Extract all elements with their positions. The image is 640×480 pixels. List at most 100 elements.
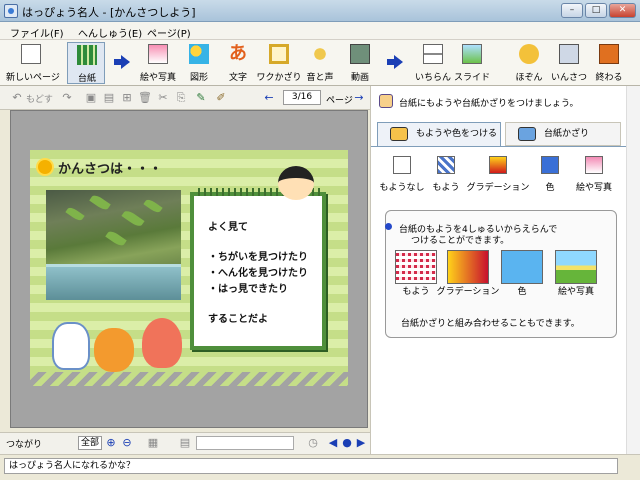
- send-back-icon[interactable]: ▤: [102, 91, 116, 105]
- next-page-icon[interactable]: →: [352, 91, 366, 105]
- note-icon[interactable]: ▤: [178, 436, 192, 450]
- option-label: 絵や写真: [575, 183, 612, 193]
- pattern-icon: [437, 156, 455, 174]
- play-prev-icon[interactable]: ◀: [326, 436, 340, 450]
- menu-file[interactable]: ファイル(F): [10, 25, 64, 40]
- option-gradient[interactable]: グラデーション: [467, 156, 529, 196]
- palette-icon: [390, 127, 408, 141]
- save-icon: [519, 44, 539, 64]
- color-icon: [541, 156, 559, 174]
- tab-label: もようや色をつける: [416, 129, 498, 139]
- sound-voice-button[interactable]: 音と声: [301, 42, 339, 84]
- pen-icon[interactable]: ✎: [194, 91, 208, 105]
- new-page-button[interactable]: 新しいページ: [6, 42, 60, 84]
- arrow-right-icon: [114, 54, 130, 70]
- bullet-icon: [385, 223, 392, 230]
- save-button[interactable]: ほぞん: [510, 42, 548, 84]
- backing-icon: [77, 45, 97, 65]
- grid-icon[interactable]: ▦: [146, 436, 160, 450]
- panel-scrollbar[interactable]: [626, 86, 640, 454]
- app-icon[interactable]: [4, 4, 18, 18]
- list-icon: [423, 44, 443, 64]
- delete-icon[interactable]: 🗑: [138, 91, 152, 105]
- minimize-button[interactable]: –: [561, 3, 583, 18]
- redo-icon[interactable]: ↷: [60, 91, 74, 105]
- backing-button[interactable]: 台紙: [67, 42, 105, 84]
- play-dot-icon[interactable]: ●: [340, 436, 354, 450]
- door-icon: [599, 44, 619, 64]
- info-text: つけることができます。: [411, 236, 510, 246]
- hand-icon: [379, 94, 393, 108]
- tab-pattern-color[interactable]: もようや色をつける: [377, 122, 501, 146]
- undo-icon[interactable]: ↶: [10, 91, 24, 105]
- page-counter: 3/16: [283, 90, 321, 105]
- quit-label: 終わる: [595, 73, 623, 83]
- apple-character[interactable]: [142, 318, 182, 368]
- board-line: よく見て: [208, 222, 248, 233]
- note-field[interactable]: [196, 436, 294, 450]
- zoom-all-button[interactable]: 全部: [78, 436, 102, 450]
- plant-photo[interactable]: [46, 190, 181, 300]
- board-line: ・ちがいを見つけたり: [208, 252, 308, 263]
- paint-icon[interactable]: ✐: [214, 91, 228, 105]
- prev-page-icon[interactable]: ←: [262, 91, 276, 105]
- page-label: ページ: [326, 96, 353, 106]
- print-button[interactable]: いんさつ: [550, 42, 588, 84]
- bring-front-icon[interactable]: ▣: [84, 91, 98, 105]
- menu-page[interactable]: ページ(P): [147, 25, 191, 40]
- board-line: ・はっ見できたり: [208, 284, 288, 295]
- close-button[interactable]: ✕: [609, 3, 636, 18]
- connect-button[interactable]: つながり: [6, 437, 42, 450]
- message-board[interactable]: よく見て ・ちがいを見つけたり ・へん化を見つけたり ・はっ見できたり すること…: [190, 188, 326, 350]
- swatch-gradient: [447, 250, 489, 284]
- shape-icon: [189, 44, 209, 64]
- panel-header: 台紙にもようや台紙かざりをつけましょう。: [399, 99, 579, 109]
- video-label: 動画: [350, 73, 369, 83]
- zoom-out-icon[interactable]: ⊖: [120, 436, 134, 450]
- slide-button[interactable]: スライド: [453, 42, 491, 84]
- planter: [46, 264, 181, 300]
- gradient-icon: [489, 156, 507, 174]
- zoom-in-icon[interactable]: ⊕: [104, 436, 118, 450]
- swatch-pattern: [395, 250, 437, 284]
- cut-icon[interactable]: ✂: [156, 91, 170, 105]
- info-note: 台紙かざりと組み合わせることもできます。: [401, 319, 580, 329]
- quit-button[interactable]: 終わる: [590, 42, 628, 84]
- timer-icon[interactable]: ◷: [306, 436, 320, 450]
- decoration-icon: [518, 127, 536, 141]
- frame-icon: [269, 44, 289, 64]
- tab-label: 台紙かざり: [544, 129, 590, 139]
- board-line: することだよ: [208, 314, 268, 325]
- swatch-color: [501, 250, 543, 284]
- sound-icon: [310, 44, 330, 64]
- girl-character[interactable]: [278, 166, 314, 200]
- tab-backing-deco[interactable]: 台紙かざり: [505, 122, 621, 146]
- slide-icon: [462, 44, 482, 64]
- frame-deco-button[interactable]: ワクかざり: [256, 42, 302, 84]
- text-icon: あ: [229, 43, 247, 64]
- picture-icon: [585, 156, 603, 174]
- slide-label: スライド: [453, 73, 490, 83]
- slide-title[interactable]: かんさつは・・・: [58, 158, 162, 177]
- option-picture[interactable]: 絵や写真: [571, 156, 617, 196]
- picture-photo-button[interactable]: 絵や写真: [139, 42, 177, 84]
- dog-character[interactable]: [52, 322, 90, 370]
- video-button[interactable]: 動画: [341, 42, 379, 84]
- option-pattern[interactable]: もよう: [423, 156, 469, 196]
- text-button[interactable]: あ 文字: [219, 42, 257, 84]
- play-next-icon[interactable]: ▶: [354, 436, 368, 450]
- backing-panel: 台紙にもようや台紙かざりをつけましょう。 もようや色をつける 台紙かざり もよう…: [370, 86, 627, 454]
- print-icon: [559, 44, 579, 64]
- undo-label: もどす: [26, 95, 53, 105]
- slide[interactable]: かんさつは・・・ よく見て ・ちがいを見つけたり ・へん化を見つけたり ・はっ見…: [30, 150, 348, 386]
- menu-edit[interactable]: へんしゅう(E): [78, 25, 142, 40]
- new-page-icon: [21, 44, 41, 64]
- maximize-button[interactable]: □: [585, 3, 607, 18]
- window-title: はっぴょう名人 - [かんさつしよう]: [22, 6, 196, 19]
- flower-icon: [38, 160, 52, 174]
- group-icon[interactable]: ⊞: [120, 91, 134, 105]
- arrow-right-icon: [387, 54, 403, 70]
- tab-divider: [371, 146, 627, 147]
- orange-character[interactable]: [94, 328, 134, 372]
- copy-icon[interactable]: ⎘: [174, 91, 188, 105]
